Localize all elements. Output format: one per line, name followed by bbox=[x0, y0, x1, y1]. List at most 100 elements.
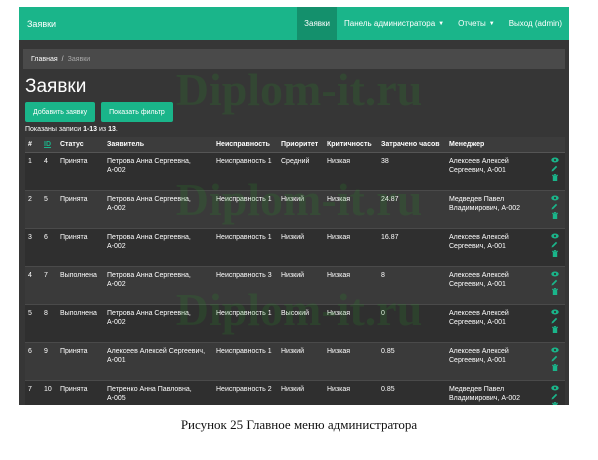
cell-priority: Низкий bbox=[278, 266, 324, 305]
view-eye-icon[interactable] bbox=[550, 195, 559, 201]
cell-manager: Алексеев Алексей Сергеевич, А-001 bbox=[446, 266, 544, 305]
table-row: 5 8 Выполнена Петрова Анна Сергеевна, А-002… bbox=[25, 304, 565, 343]
col-header-status: Статус bbox=[57, 137, 104, 153]
cell-actions bbox=[544, 228, 565, 267]
cell-hours: 38 bbox=[378, 152, 446, 191]
delete-trash-icon[interactable] bbox=[551, 288, 558, 295]
cell-num: 4 bbox=[25, 266, 41, 305]
nav-item-logout[interactable]: Выход (admin) bbox=[502, 7, 569, 40]
cell-criticality: Низкая bbox=[324, 266, 378, 305]
delete-trash-icon[interactable] bbox=[551, 250, 558, 257]
edit-pencil-icon[interactable] bbox=[551, 279, 558, 286]
cell-manager: Алексеев Алексей Сергеевич, А-001 bbox=[446, 152, 544, 191]
navbar-brand[interactable]: Заявки bbox=[19, 7, 297, 40]
cell-actions bbox=[544, 190, 565, 229]
table-row: 1 4 Принята Петрова Анна Сергеевна, А-002 Не… bbox=[25, 152, 565, 191]
delete-trash-icon[interactable] bbox=[551, 402, 558, 405]
cell-fault: Неисправность 2 bbox=[213, 380, 278, 405]
cell-status: Выполнена bbox=[57, 266, 104, 305]
cell-id: 4 bbox=[41, 152, 57, 191]
edit-pencil-icon[interactable] bbox=[551, 317, 558, 324]
breadcrumb-current: Заявки bbox=[67, 55, 91, 63]
edit-pencil-icon[interactable] bbox=[551, 393, 558, 400]
edit-pencil-icon[interactable] bbox=[551, 203, 558, 210]
view-eye-icon[interactable] bbox=[550, 347, 559, 353]
cell-status: Выполнена bbox=[57, 304, 104, 343]
cell-priority: Низкий bbox=[278, 380, 324, 405]
cell-actions bbox=[544, 152, 565, 191]
table-header-row: # ID Статус Заявитель Неисправность Прио… bbox=[25, 137, 565, 153]
cell-status: Принята bbox=[57, 190, 104, 229]
delete-trash-icon[interactable] bbox=[551, 326, 558, 333]
cell-priority: Средний bbox=[278, 152, 324, 191]
cell-num: 5 bbox=[25, 304, 41, 343]
cell-criticality: Низкая bbox=[324, 342, 378, 381]
col-header-fault: Неисправность bbox=[213, 137, 278, 153]
delete-trash-icon[interactable] bbox=[551, 364, 558, 371]
edit-pencil-icon[interactable] bbox=[551, 241, 558, 248]
cell-applicant: Петренко Анна Павловна, А-005 bbox=[104, 380, 213, 405]
view-eye-icon[interactable] bbox=[550, 271, 559, 277]
cell-applicant: Петрова Анна Сергеевна, А-002 bbox=[104, 266, 213, 305]
cell-applicant: Петрова Анна Сергеевна, А-002 bbox=[104, 190, 213, 229]
edit-pencil-icon[interactable] bbox=[551, 355, 558, 362]
add-request-button[interactable]: Добавить заявку bbox=[25, 102, 96, 122]
view-eye-icon[interactable] bbox=[550, 385, 559, 391]
cell-hours: 24.87 bbox=[378, 190, 446, 229]
cell-num: 1 bbox=[25, 152, 41, 191]
cell-fault: Неисправность 1 bbox=[213, 342, 278, 381]
cell-fault: Неисправность 3 bbox=[213, 266, 278, 305]
delete-trash-icon[interactable] bbox=[551, 174, 558, 181]
table-row: 3 6 Принята Петрова Анна Сергеевна, А-002 Не… bbox=[25, 228, 565, 267]
col-header-priority: Приоритет bbox=[278, 137, 324, 153]
view-eye-icon[interactable] bbox=[550, 157, 559, 163]
cell-status: Принята bbox=[57, 228, 104, 267]
cell-manager: Медведев Павел Владимирович, А-002 bbox=[446, 380, 544, 405]
cell-manager: Алексеев Алексей Сергеевич, А-001 bbox=[446, 342, 544, 381]
cell-applicant: Петрова Анна Сергеевна, А-002 bbox=[104, 152, 213, 191]
cell-id: 7 bbox=[41, 266, 57, 305]
view-eye-icon[interactable] bbox=[550, 233, 559, 239]
delete-trash-icon[interactable] bbox=[551, 212, 558, 219]
table-row: 4 7 Выполнена Петрова Анна Сергеевна, А-002… bbox=[25, 266, 565, 305]
caret-down-icon: ▼ bbox=[438, 20, 445, 27]
cell-status: Принята bbox=[57, 152, 104, 191]
view-eye-icon[interactable] bbox=[550, 309, 559, 315]
breadcrumb: Главная / Заявки bbox=[23, 49, 565, 69]
cell-criticality: Низкая bbox=[324, 152, 378, 191]
cell-num: 6 bbox=[25, 342, 41, 381]
nav-item-reports[interactable]: Отчеты ▼ bbox=[451, 7, 502, 40]
breadcrumb-separator: / bbox=[61, 55, 64, 63]
cell-num: 7 bbox=[25, 380, 41, 405]
cell-priority: Высокий bbox=[278, 304, 324, 343]
col-header-manager: Менеджер bbox=[446, 137, 544, 153]
cell-priority: Низкий bbox=[278, 342, 324, 381]
navbar: Заявки Заявки Панель администратора ▼ Отч… bbox=[19, 7, 569, 40]
cell-priority: Низкий bbox=[278, 228, 324, 267]
cell-hours: 0 bbox=[378, 304, 446, 343]
edit-pencil-icon[interactable] bbox=[551, 165, 558, 172]
cell-fault: Неисправность 1 bbox=[213, 152, 278, 191]
nav-item-admin-panel[interactable]: Панель администратора ▼ bbox=[337, 7, 451, 40]
cell-applicant: Петрова Анна Сергеевна, А-002 bbox=[104, 228, 213, 267]
cell-manager: Алексеев Алексей Сергеевич, А-001 bbox=[446, 228, 544, 267]
cell-applicant: Петрова Анна Сергеевна, А-002 bbox=[104, 304, 213, 343]
requests-table: # ID Статус Заявитель Неисправность Прио… bbox=[25, 137, 565, 405]
cell-num: 2 bbox=[25, 190, 41, 229]
table-row: 2 5 Принята Петрова Анна Сергеевна, А-002 Не… bbox=[25, 190, 565, 229]
table-row: 6 9 Принята Алексеев Алексей Сергеевич, А-0… bbox=[25, 342, 565, 381]
show-filter-button[interactable]: Показать фильтр bbox=[101, 102, 173, 122]
app-window: Заявки Заявки Панель администратора ▼ Отч… bbox=[19, 7, 569, 405]
cell-hours: 16.87 bbox=[378, 228, 446, 267]
caret-down-icon: ▼ bbox=[488, 20, 495, 27]
cell-hours: 0.85 bbox=[378, 342, 446, 381]
cell-fault: Неисправность 1 bbox=[213, 190, 278, 229]
cell-id: 5 bbox=[41, 190, 57, 229]
action-buttons: Добавить заявку Показать фильтр bbox=[25, 102, 569, 122]
cell-id: 10 bbox=[41, 380, 57, 405]
nav-item-requests[interactable]: Заявки bbox=[297, 7, 338, 40]
cell-manager: Медведев Павел Владимирович, А-002 bbox=[446, 190, 544, 229]
breadcrumb-home[interactable]: Главная bbox=[31, 56, 58, 63]
col-header-id[interactable]: ID bbox=[41, 137, 57, 153]
col-header-applicant: Заявитель bbox=[104, 137, 213, 153]
